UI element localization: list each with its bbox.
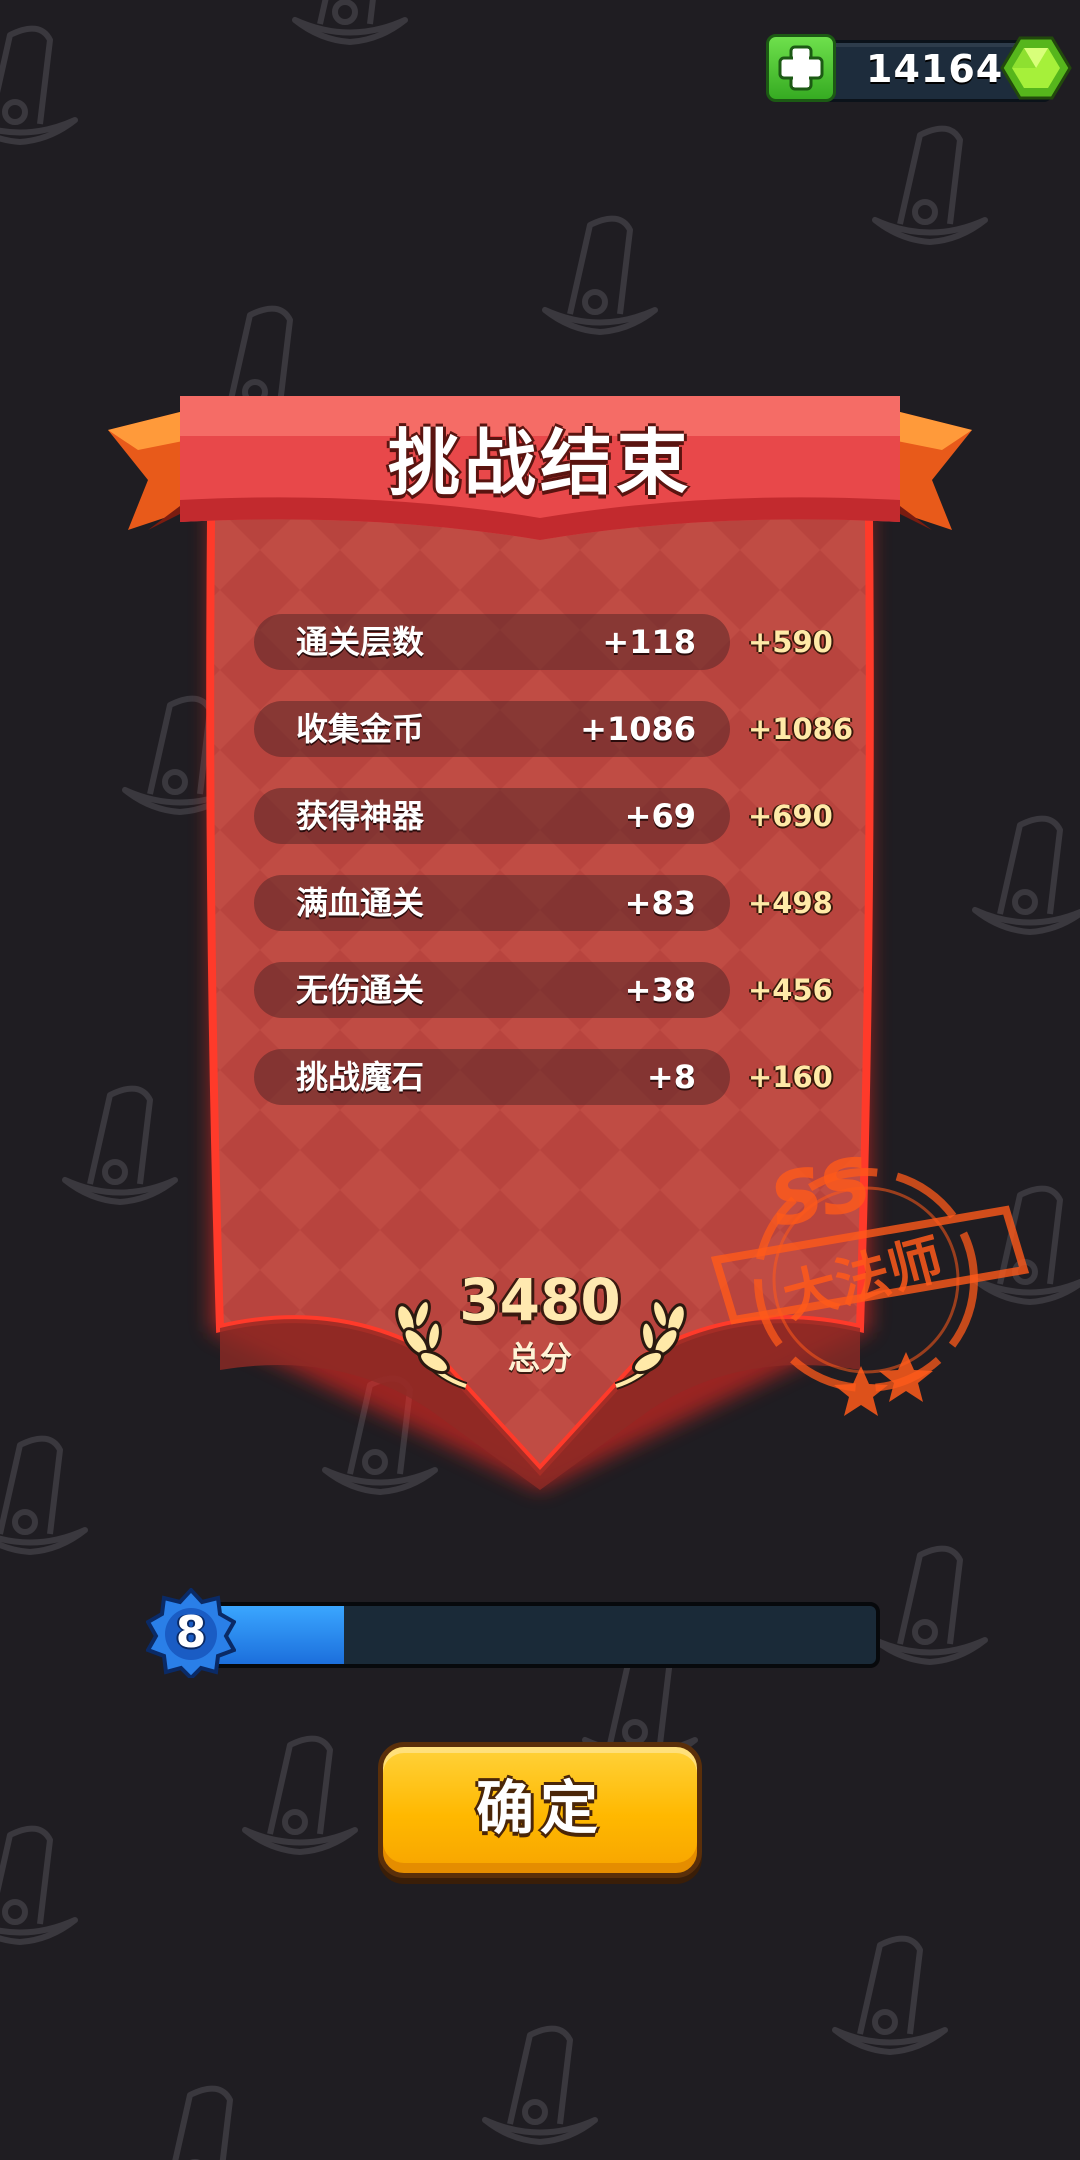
level-number: 8: [175, 1607, 207, 1658]
score-row: 挑战魔石 +8: [254, 1049, 730, 1105]
total-score-label: 总分: [507, 1339, 572, 1377]
gem-currency-bar: 14164: [766, 34, 1072, 102]
row-label: 挑战魔石: [296, 1058, 425, 1096]
stamp-star-icon: [879, 1352, 933, 1402]
row-bonus: +160: [748, 1060, 833, 1094]
score-row: 通关层数 +118: [254, 614, 730, 670]
plus-icon: [778, 45, 824, 91]
row-label: 获得神器: [296, 797, 425, 835]
gem-icon: [1000, 36, 1072, 100]
level-progress-track: [190, 1602, 880, 1668]
row-value: +69: [624, 797, 696, 835]
stamp-star-icon: [834, 1366, 888, 1416]
row-bonus: +690: [748, 799, 833, 833]
score-row: 满血通关 +83: [254, 875, 730, 931]
confirm-button[interactable]: 确定: [378, 1742, 702, 1878]
row-label: 满血通关: [296, 884, 425, 922]
row-bonus: +590: [748, 625, 833, 659]
row-value: +8: [646, 1058, 696, 1096]
row-value: +38: [624, 971, 696, 1009]
total-score: 3480 总分: [380, 1262, 700, 1392]
row-value: +83: [624, 884, 696, 922]
total-score-value: 3480: [459, 1266, 621, 1334]
row-bonus: +456: [748, 973, 833, 1007]
row-label: 通关层数: [296, 623, 425, 661]
row-bonus: +498: [748, 886, 833, 920]
result-title: 挑战结束: [387, 421, 692, 505]
add-gems-button[interactable]: [766, 34, 836, 102]
row-label: 无伤通关: [296, 971, 425, 1009]
level-progress: 8: [146, 1588, 896, 1678]
row-bonus: +1086: [748, 712, 854, 746]
score-row: 无伤通关 +38: [254, 962, 730, 1018]
row-value: +1086: [580, 710, 696, 748]
row-value: +118: [602, 623, 696, 661]
row-label: 收集金币: [296, 710, 425, 748]
score-row: 获得神器 +69: [254, 788, 730, 844]
score-row: 收集金币 +1086: [254, 701, 730, 757]
